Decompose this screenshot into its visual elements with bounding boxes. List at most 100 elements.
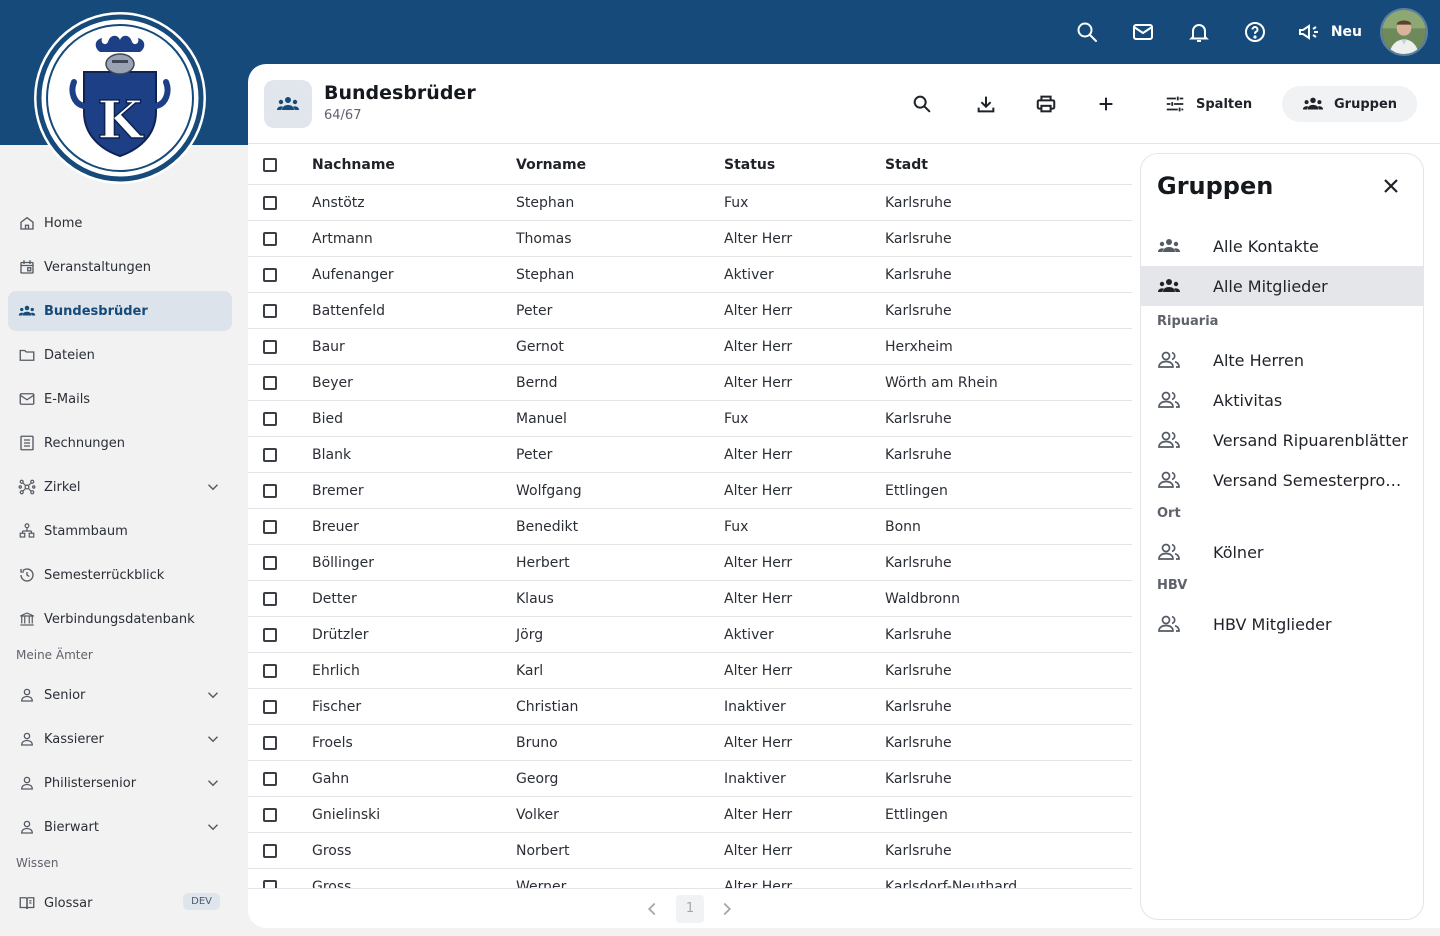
nav-item-stammbaum[interactable]: Stammbaum [8, 511, 232, 551]
group-item[interactable]: Versand Ripuarenblätter [1141, 420, 1423, 460]
news-button[interactable]: Neu [1283, 8, 1380, 56]
column-header-vorname[interactable]: Vorname [516, 145, 586, 185]
column-header-stadt[interactable]: Stadt [885, 145, 928, 185]
nav-item-glossar[interactable]: Glossar DEV [8, 883, 232, 923]
download-button[interactable] [966, 84, 1006, 124]
chevron-down-icon[interactable] [204, 478, 222, 496]
cell-status: Fux [724, 519, 749, 535]
chevron-right-icon[interactable] [716, 898, 738, 920]
columns-button[interactable]: Spalten [1144, 86, 1272, 122]
table-row[interactable]: Gnielinski Volker Alter Herr Ettlingen [248, 797, 1132, 833]
cell-stadt: Karlsruhe [885, 231, 952, 247]
group-icon [264, 80, 312, 128]
row-checkbox[interactable] [263, 412, 277, 426]
table-row[interactable]: Froels Bruno Alter Herr Karlsruhe [248, 725, 1132, 761]
row-checkbox[interactable] [263, 628, 277, 642]
nav-item-rechnungen[interactable]: Rechnungen [8, 423, 232, 463]
bell-icon[interactable] [1171, 8, 1227, 56]
row-checkbox[interactable] [263, 520, 277, 534]
nav-item-senior[interactable]: Senior [8, 675, 232, 715]
cell-vorname: Norbert [516, 843, 570, 859]
row-checkbox[interactable] [263, 232, 277, 246]
group-item[interactable]: Versand Semesterprogr… [1141, 460, 1423, 500]
table-row[interactable]: Gross Norbert Alter Herr Karlsruhe [248, 833, 1132, 869]
nav-item-home[interactable]: Home [8, 203, 232, 243]
table-row[interactable]: Gross Werner Alter Herr Karlsdorf-Neuthard [248, 869, 1132, 888]
avatar[interactable] [1380, 8, 1428, 56]
mail-icon[interactable] [1115, 8, 1171, 56]
column-header-nachname[interactable]: Nachname [312, 145, 395, 185]
page-number[interactable]: 1 [676, 895, 704, 923]
table-row[interactable]: Breuer Benedikt Fux Bonn [248, 509, 1132, 545]
table-row[interactable]: Bied Manuel Fux Karlsruhe [248, 401, 1132, 437]
chevron-down-icon[interactable] [204, 774, 222, 792]
search-icon[interactable] [1059, 8, 1115, 56]
row-checkbox[interactable] [263, 808, 277, 822]
row-checkbox[interactable] [263, 592, 277, 606]
row-checkbox[interactable] [263, 664, 277, 678]
nav-item-bundesbrueder[interactable]: Bundesbrüder [8, 291, 232, 331]
table-row[interactable]: Artmann Thomas Alter Herr Karlsruhe [248, 221, 1132, 257]
help-icon[interactable] [1227, 8, 1283, 56]
row-checkbox[interactable] [263, 484, 277, 498]
row-checkbox[interactable] [263, 340, 277, 354]
chevron-left-icon[interactable] [641, 898, 663, 920]
select-all-checkbox[interactable] [263, 158, 277, 172]
table-row[interactable]: Ehrlich Karl Alter Herr Karlsruhe [248, 653, 1132, 689]
nav-item-bierwart[interactable]: Bierwart [8, 807, 232, 847]
table-row[interactable]: Böllinger Herbert Alter Herr Karlsruhe [248, 545, 1132, 581]
row-checkbox[interactable] [263, 844, 277, 858]
print-icon [1036, 95, 1056, 113]
chevron-down-icon[interactable] [204, 686, 222, 704]
group-item[interactable]: Alte Herren [1141, 340, 1423, 380]
organization-logo[interactable]: K [34, 12, 206, 184]
cell-status: Alter Herr [724, 807, 793, 823]
row-checkbox[interactable] [263, 304, 277, 318]
table-row[interactable]: Fischer Christian Inaktiver Karlsruhe [248, 689, 1132, 725]
group-item[interactable]: HBV Mitglieder [1141, 604, 1423, 644]
family-tree-icon [19, 523, 35, 538]
nav-item-philistersenior[interactable]: Philistersenior [8, 763, 232, 803]
close-icon[interactable] [1379, 174, 1403, 198]
nav-item-kassierer[interactable]: Kassierer [8, 719, 232, 759]
group-item[interactable]: Aktivitas [1141, 380, 1423, 420]
nav-item-verbindungsdatenbank[interactable]: Verbindungsdatenbank [8, 599, 232, 639]
download-icon [977, 96, 995, 113]
nav-item-emails[interactable]: E-Mails [8, 379, 232, 419]
nav-item-semesterrueckblick[interactable]: Semesterrückblick [8, 555, 232, 595]
row-checkbox[interactable] [263, 196, 277, 210]
add-button[interactable] [1086, 84, 1126, 124]
table-row[interactable]: Blank Peter Alter Herr Karlsruhe [248, 437, 1132, 473]
chevron-down-icon[interactable] [204, 730, 222, 748]
search-button[interactable] [902, 84, 942, 124]
nav-item-dateien[interactable]: Dateien [8, 335, 232, 375]
nav-item-veranstaltungen[interactable]: Veranstaltungen [8, 247, 232, 287]
group-item[interactable]: Alle Mitglieder [1141, 266, 1423, 306]
table-row[interactable]: Bremer Wolfgang Alter Herr Ettlingen [248, 473, 1132, 509]
table-row[interactable]: Detter Klaus Alter Herr Waldbronn [248, 581, 1132, 617]
table-row[interactable]: Battenfeld Peter Alter Herr Karlsruhe [248, 293, 1132, 329]
row-checkbox[interactable] [263, 556, 277, 570]
row-checkbox[interactable] [263, 880, 277, 888]
chevron-down-icon[interactable] [204, 818, 222, 836]
row-checkbox[interactable] [263, 448, 277, 462]
cell-nachname: Gnielinski [312, 807, 381, 823]
row-checkbox[interactable] [263, 700, 277, 714]
people-outline-icon [1158, 351, 1180, 368]
table-row[interactable]: Aufenanger Stephan Aktiver Karlsruhe [248, 257, 1132, 293]
nav-item-zirkel[interactable]: Zirkel [8, 467, 232, 507]
row-checkbox[interactable] [263, 376, 277, 390]
table-row[interactable]: Baur Gernot Alter Herr Herxheim [248, 329, 1132, 365]
table-row[interactable]: Anstötz Stephan Fux Karlsruhe [248, 185, 1132, 221]
table-row[interactable]: Drützler Jörg Aktiver Karlsruhe [248, 617, 1132, 653]
row-checkbox[interactable] [263, 268, 277, 282]
groups-button[interactable]: Gruppen [1282, 86, 1418, 122]
group-item[interactable]: Kölner [1141, 532, 1423, 572]
group-item[interactable]: Alle Kontakte [1141, 226, 1423, 266]
table-row[interactable]: Gahn Georg Inaktiver Karlsruhe [248, 761, 1132, 797]
column-header-status[interactable]: Status [724, 145, 775, 185]
row-checkbox[interactable] [263, 772, 277, 786]
table-row[interactable]: Beyer Bernd Alter Herr Wörth am Rhein [248, 365, 1132, 401]
row-checkbox[interactable] [263, 736, 277, 750]
print-button[interactable] [1026, 84, 1066, 124]
